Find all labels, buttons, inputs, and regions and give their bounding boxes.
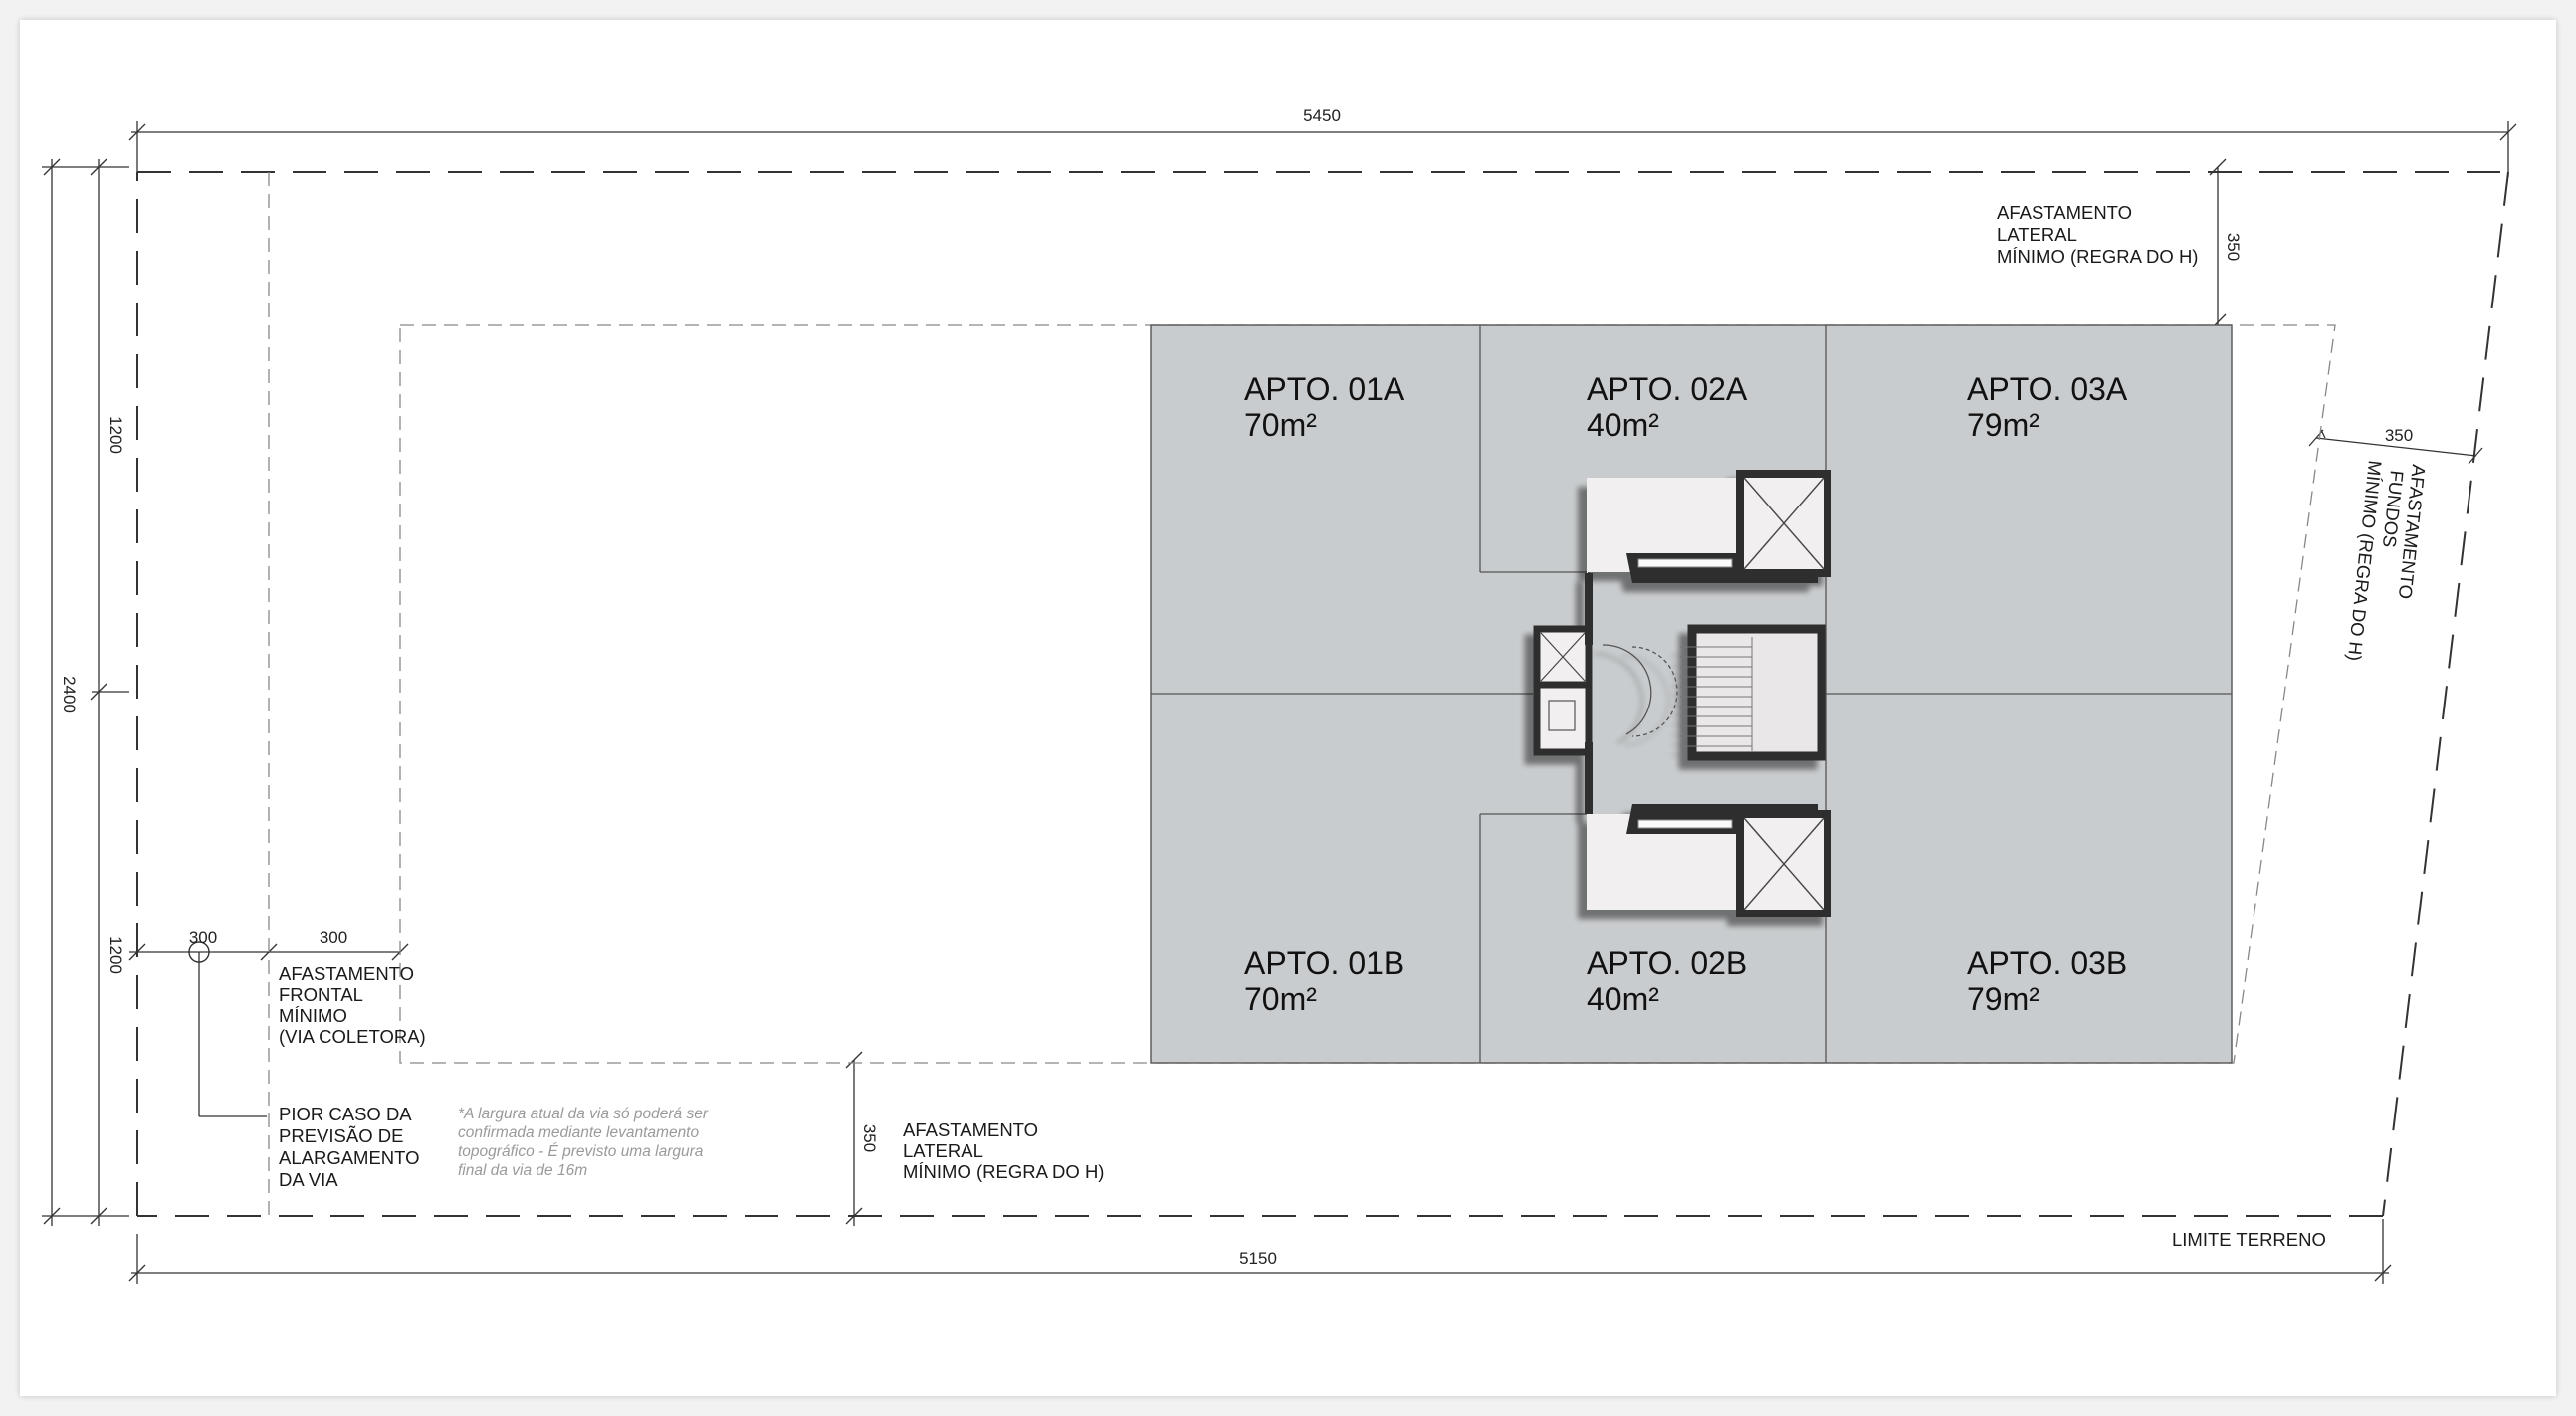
apt-03a-area: 79m² xyxy=(1967,407,2039,443)
frontal-line4: (VIA COLETORA) xyxy=(279,1026,426,1047)
dim-setback-right: 350 xyxy=(2385,426,2413,445)
pior-caso-line1: PIOR CASO DA xyxy=(279,1104,412,1124)
dim-left-total: 2400 xyxy=(60,676,79,713)
apt-01b-area: 70m² xyxy=(1244,981,1317,1017)
fundos-line3: MÍNIMO (REGRA DO H) xyxy=(2344,460,2386,663)
dim-left-lower: 1200 xyxy=(107,936,125,974)
dim-top: 5450 xyxy=(1303,106,1341,125)
frontal-line3: MÍNIMO xyxy=(279,1005,347,1026)
lateral-bottom-line1: AFASTAMENTO xyxy=(903,1119,1038,1140)
dim-setback-bottom: 350 xyxy=(860,1124,879,1152)
footnote-line2: confirmada mediante levantamento xyxy=(458,1124,699,1141)
limite-terreno-label: LIMITE TERRENO xyxy=(2172,1229,2326,1250)
apt-03b-area: 79m² xyxy=(1967,981,2039,1017)
dim-front-b: 300 xyxy=(320,928,347,947)
lateral-bottom-line2: LATERAL xyxy=(903,1140,983,1161)
footnote-line1: *A largura atual da via só poderá ser xyxy=(458,1106,709,1122)
apt-03a-name: APTO. 03A xyxy=(1967,371,2128,407)
lateral-top-line2: LATERAL xyxy=(1997,224,2077,245)
apt-02a-area: 40m² xyxy=(1587,407,1659,443)
frontal-line2: FRONTAL xyxy=(279,984,363,1005)
dim-bottom: 5150 xyxy=(1239,1249,1277,1268)
dim-front-a: 300 xyxy=(189,928,217,947)
apt-01a-name: APTO. 01A xyxy=(1244,371,1405,407)
footnote-line4: final da via de 16m xyxy=(458,1162,587,1179)
pior-caso-line3: ALARGAMENTO xyxy=(279,1147,420,1168)
dim-setback-top: 350 xyxy=(2224,233,2243,261)
apt-01b-name: APTO. 01B xyxy=(1244,945,1404,981)
frontal-line1: AFASTAMENTO xyxy=(279,963,414,984)
pior-caso-line2: PREVISÃO DE xyxy=(279,1125,403,1146)
site-plan: APTO. 01A 70m² APTO. 02A 40m² APTO. 03A … xyxy=(42,106,2517,1284)
apt-02b-area: 40m² xyxy=(1587,981,1659,1017)
footnote-line3: topográfico - É previsto uma largura xyxy=(458,1143,704,1160)
lateral-top-line3: MÍNIMO (REGRA DO H) xyxy=(1997,246,2198,267)
lateral-top-line1: AFASTAMENTO xyxy=(1997,202,2132,223)
pior-caso-line4: DA VIA xyxy=(279,1169,338,1190)
apt-03b-name: APTO. 03B xyxy=(1967,945,2127,981)
apt-01a-area: 70m² xyxy=(1244,407,1317,443)
lateral-bottom-line3: MÍNIMO (REGRA DO H) xyxy=(903,1161,1104,1182)
dim-left-upper: 1200 xyxy=(107,416,125,454)
apt-02a-name: APTO. 02A xyxy=(1587,371,1748,407)
apt-02b-name: APTO. 02B xyxy=(1587,945,1747,981)
